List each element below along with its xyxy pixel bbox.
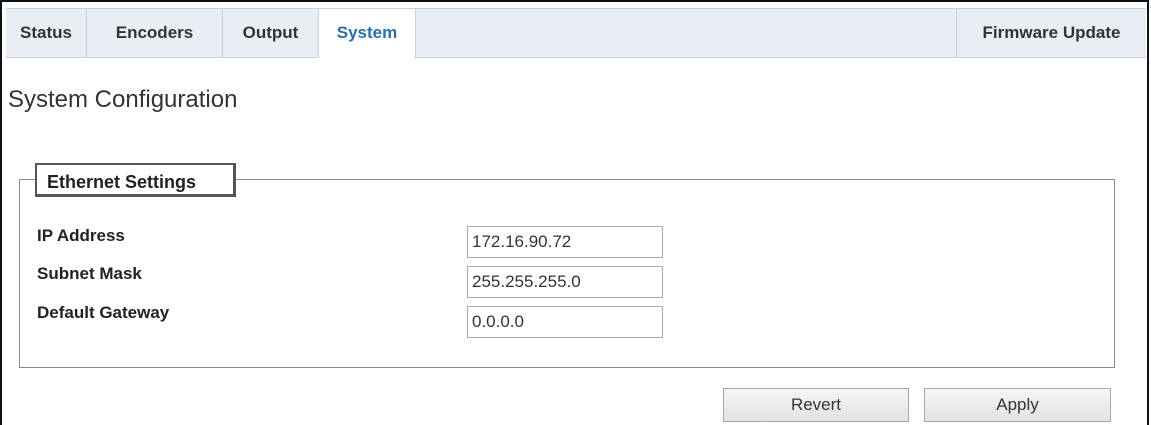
revert-button[interactable]: Revert — [723, 388, 909, 422]
tab-output[interactable]: Output — [223, 9, 319, 57]
tab-status[interactable]: Status — [6, 9, 87, 57]
ip-address-label: IP Address — [37, 226, 125, 245]
tab-encoders[interactable]: Encoders — [87, 9, 223, 57]
ip-address-field[interactable]: 172.16.90.72 — [467, 226, 663, 258]
subnet-mask-field[interactable]: 255.255.255.0 — [467, 266, 663, 298]
tab-firmware-update[interactable]: Firmware Update — [956, 9, 1146, 57]
subnet-mask-label: Subnet Mask — [37, 264, 142, 283]
default-gateway-field[interactable]: 0.0.0.0 — [467, 306, 663, 338]
tab-system[interactable]: System — [319, 9, 416, 59]
apply-button[interactable]: Apply — [924, 388, 1111, 422]
tab-bar: Status Encoders Output System Firmware U… — [6, 8, 1146, 59]
ethernet-settings-legend: Ethernet Settings — [35, 163, 236, 197]
default-gateway-label: Default Gateway — [37, 303, 170, 322]
page-title: System Configuration — [8, 86, 238, 113]
